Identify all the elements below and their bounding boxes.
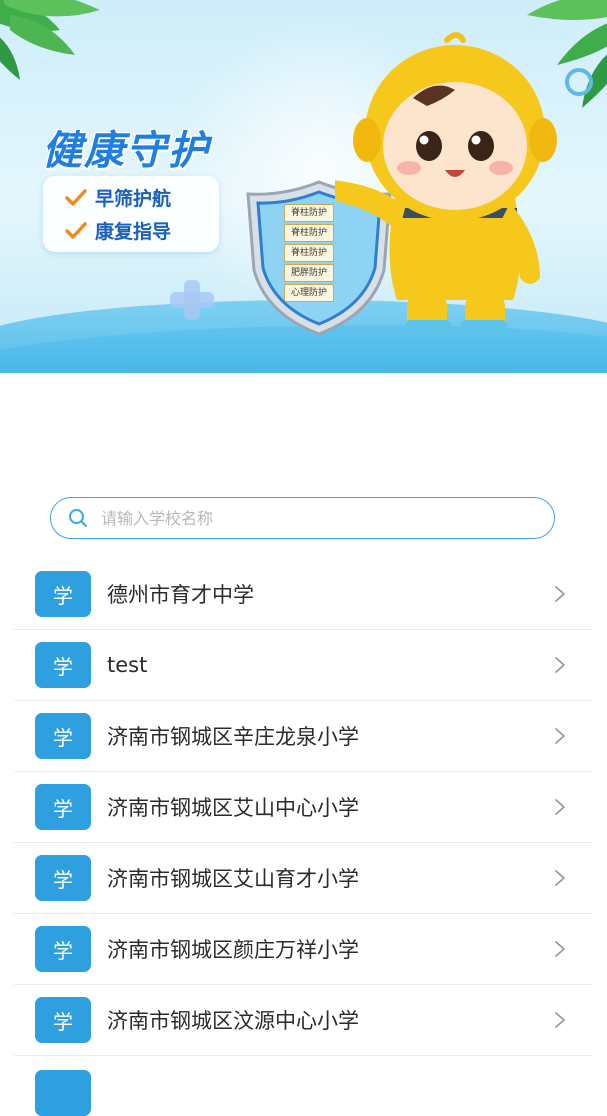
school-avatar: 学 bbox=[35, 997, 91, 1043]
school-avatar: 学 bbox=[35, 571, 91, 617]
school-search-input[interactable] bbox=[99, 507, 554, 529]
search-icon bbox=[69, 509, 87, 527]
school-avatar: 学 bbox=[35, 713, 91, 759]
shield-label: 脊柱防护 bbox=[284, 244, 334, 262]
school-search-bar[interactable] bbox=[50, 497, 555, 539]
chevron-right-icon bbox=[555, 657, 565, 673]
school-avatar bbox=[35, 1070, 91, 1116]
chevron-right-icon bbox=[555, 1012, 565, 1028]
shield-label: 脊柱防护 bbox=[284, 224, 334, 242]
school-avatar: 学 bbox=[35, 926, 91, 972]
school-list-item[interactable]: 学 济南市钢城区辛庄龙泉小学 bbox=[14, 701, 593, 772]
school-name: 德州市育才中学 bbox=[107, 583, 254, 607]
chevron-right-icon bbox=[555, 941, 565, 957]
chevron-right-icon bbox=[555, 799, 565, 815]
check-icon bbox=[65, 188, 87, 206]
mascot-illustration bbox=[335, 32, 557, 334]
school-list: 学 德州市育才中学 学 test 学 济南市钢城区辛庄龙泉小学 学 济南市钢城区… bbox=[14, 559, 593, 1116]
shield-label: 肥胖防护 bbox=[284, 264, 334, 282]
check-icon bbox=[65, 221, 87, 239]
school-name: 济南市钢城区艾山育才小学 bbox=[107, 867, 359, 891]
school-name: 济南市钢城区汶源中心小学 bbox=[107, 1009, 359, 1033]
school-avatar: 学 bbox=[35, 855, 91, 901]
school-list-item[interactable]: 学 济南市钢城区艾山中心小学 bbox=[14, 772, 593, 843]
school-name: 济南市钢城区颜庄万祥小学 bbox=[107, 938, 359, 962]
school-list-item[interactable] bbox=[14, 1056, 593, 1116]
hero-banner: 健康守护 早筛护航 康复指导 脊柱防护 脊柱防护 脊柱防护 肥胖防护 心理防护 bbox=[0, 0, 607, 373]
school-list-item[interactable]: 学 济南市钢城区汶源中心小学 bbox=[14, 985, 593, 1056]
banner-title: 健康守护 bbox=[42, 128, 210, 174]
leaf-icon bbox=[0, 0, 100, 80]
feature-item: 康复指导 bbox=[65, 217, 171, 244]
school-name: test bbox=[107, 653, 148, 677]
plus-icon bbox=[170, 280, 214, 320]
school-avatar: 学 bbox=[35, 784, 91, 830]
chevron-right-icon bbox=[555, 586, 565, 602]
school-name: 济南市钢城区艾山中心小学 bbox=[107, 796, 359, 820]
feature-label: 康复指导 bbox=[95, 221, 172, 243]
school-list-item[interactable]: 学 德州市育才中学 bbox=[14, 559, 593, 630]
feature-label: 早筛护航 bbox=[95, 188, 172, 210]
feature-card: 早筛护航 康复指导 bbox=[43, 176, 219, 252]
school-name: 济南市钢城区辛庄龙泉小学 bbox=[107, 725, 359, 749]
school-avatar: 学 bbox=[35, 642, 91, 688]
school-list-item[interactable]: 学 济南市钢城区颜庄万祥小学 bbox=[14, 914, 593, 985]
chevron-right-icon bbox=[555, 728, 565, 744]
school-list-item[interactable]: 学 济南市钢城区艾山育才小学 bbox=[14, 843, 593, 914]
shield-label: 心理防护 bbox=[284, 284, 334, 302]
chevron-right-icon bbox=[555, 870, 565, 886]
shield-label: 脊柱防护 bbox=[284, 204, 334, 222]
feature-item: 早筛护航 bbox=[65, 184, 171, 211]
school-list-item[interactable]: 学 test bbox=[14, 630, 593, 701]
